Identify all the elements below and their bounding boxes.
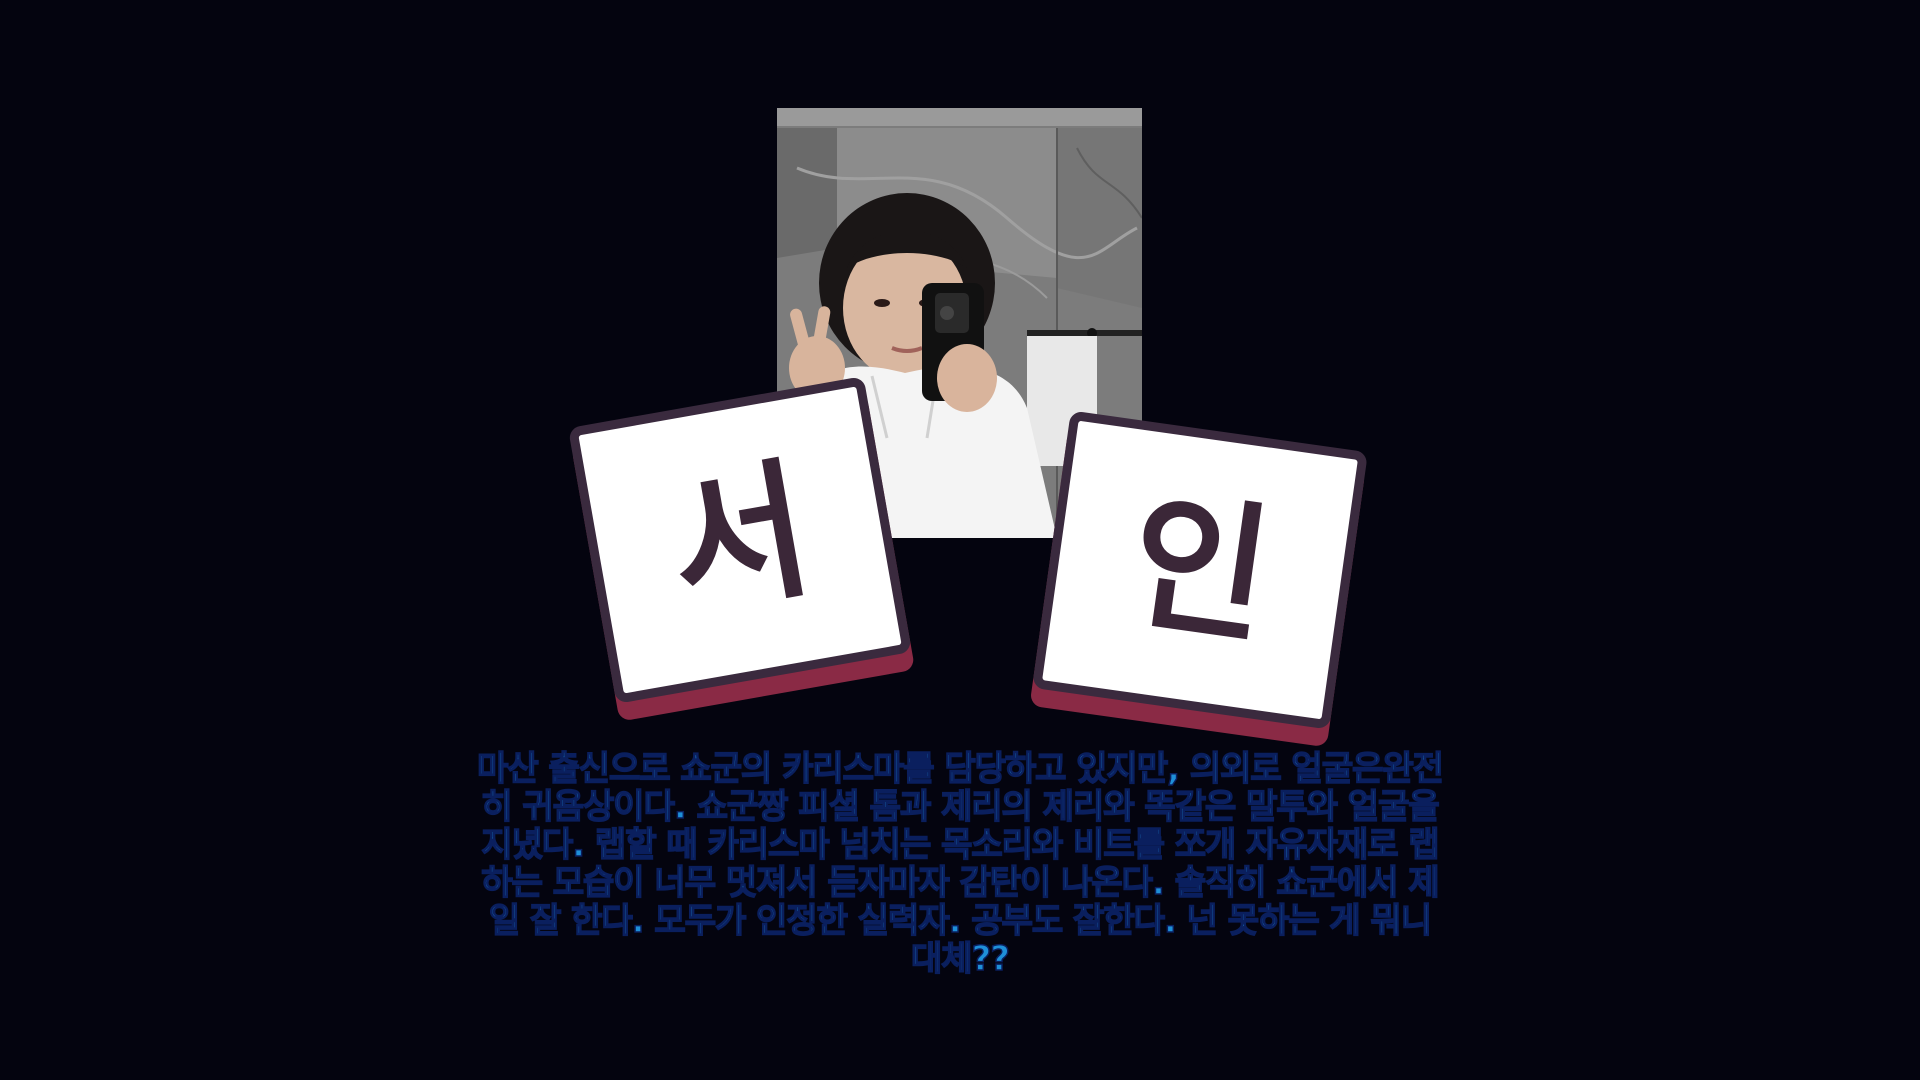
tile-face: 서	[567, 376, 913, 704]
tile-face: 인	[1031, 410, 1369, 730]
tile-character: 인	[1119, 474, 1281, 666]
profile-description: 마산 출신으로 쇼군의 카리스마를 담당하고 있지만, 의외로 얼굴은완전히 귀…	[476, 749, 1444, 979]
name-tile-second: 인	[1029, 410, 1369, 748]
tile-character: 서	[656, 442, 824, 638]
slide: 서 인 마산 출신으로 쇼군의 카리스마를 담당하고 있지만, 의외로 얼굴은완…	[0, 0, 1920, 1080]
name-tile-first: 서	[567, 376, 916, 722]
